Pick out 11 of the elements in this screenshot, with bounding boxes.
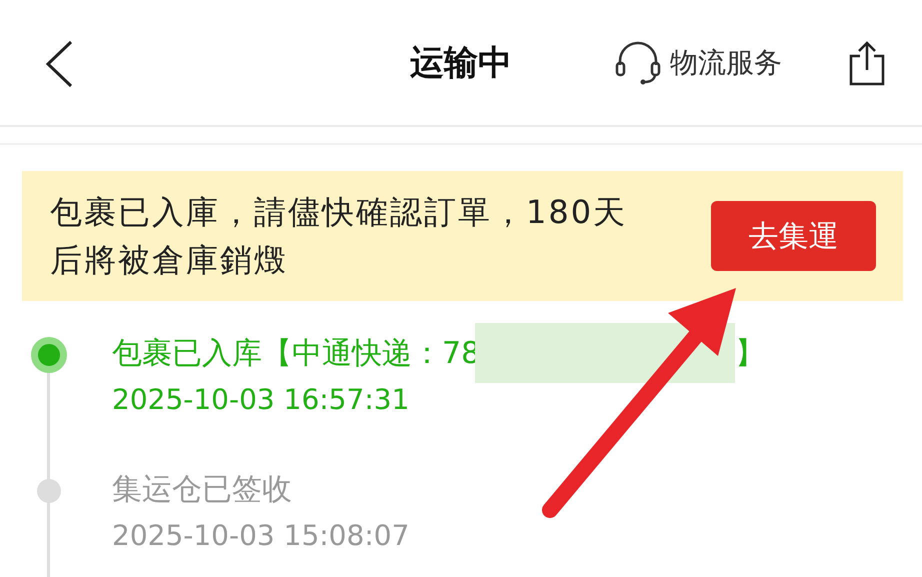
page-title: 运输中 [409, 42, 513, 84]
share-icon[interactable] [848, 40, 886, 86]
consolidate-button[interactable]: 去集運 [711, 201, 876, 271]
status-title-end: 】 [735, 334, 766, 372]
status-title: 集运仓已签收 [112, 470, 292, 508]
status-time: 2025-10-03 16:57:31 [112, 383, 410, 416]
logistics-service-link[interactable]: 物流服务 [670, 44, 782, 82]
back-icon[interactable] [44, 40, 74, 88]
status-time: 2025-10-03 15:08:07 [112, 519, 410, 552]
notice-text: 包裹已入庫，請儘快確認訂單，180天后將被倉庫銷燬 [50, 192, 628, 281]
headset-icon[interactable] [614, 40, 662, 84]
